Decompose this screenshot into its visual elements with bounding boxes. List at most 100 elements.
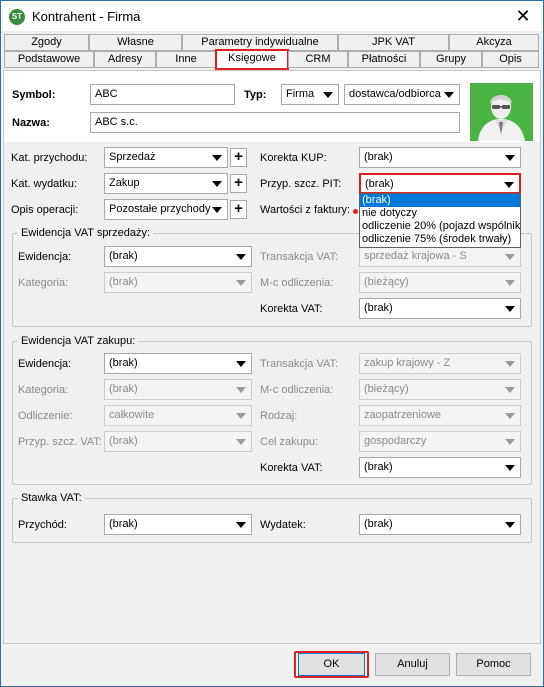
sprzedaz-mc-label: M-c odliczenia:: [260, 277, 334, 289]
chevron-down-icon: [505, 439, 515, 445]
korekta-kup-select[interactable]: (brak): [359, 147, 521, 168]
chevron-down-icon: [505, 155, 515, 161]
tab-wlasne[interactable]: Własne: [89, 34, 182, 51]
add-opis-operacji-button[interactable]: +: [230, 200, 247, 219]
dialog-window: ST Kontrahent - Firma ✕ Zgody Własne Par…: [0, 0, 544, 687]
chevron-down-icon: [212, 155, 222, 161]
opis-operacji-value: Pozostałe przychody: [109, 203, 211, 215]
zakup-mc-value: (bieżący): [364, 383, 409, 395]
tab-ksiegowe[interactable]: Księgowe: [215, 49, 289, 70]
pomoc-button[interactable]: Pomoc: [456, 653, 531, 676]
sprzedaz-transakcja-select[interactable]: sprzedaż krajowa - S: [359, 246, 521, 267]
zakup-transakcja-label: Transakcja VAT:: [260, 358, 339, 370]
zakup-kategoria-label: Kategoria:: [18, 384, 69, 396]
chevron-down-icon: [505, 280, 515, 286]
sprzedaz-transakcja-value: sprzedaż krajowa - S: [364, 250, 467, 262]
tab-platnosci[interactable]: Płatności: [348, 51, 420, 68]
korekta-kup-value: (brak): [364, 151, 393, 163]
zakup-przyp-value: (brak): [109, 435, 138, 447]
sprzedaz-mc-select[interactable]: (bieżący): [359, 272, 521, 293]
kat-wydatku-label: Kat. wydatku:: [11, 178, 78, 190]
ok-button[interactable]: OK: [298, 653, 365, 676]
zakup-przyp-select[interactable]: (brak): [104, 431, 252, 452]
dropdown-option[interactable]: (brak): [360, 194, 520, 207]
role-value: dostawca/odbiorca: [349, 88, 441, 100]
dropdown-option[interactable]: odliczenie 75% (środek trwały): [360, 233, 520, 246]
tab-grupy[interactable]: Grupy: [420, 51, 482, 68]
zakup-cel-label: Cel zakupu:: [260, 436, 319, 448]
sprzedaz-kategoria-label: Kategoria:: [18, 277, 69, 289]
typ-value: Firma: [286, 88, 315, 100]
stawka-przychod-label: Przychód:: [18, 519, 67, 531]
zakup-rodzaj-select[interactable]: zaopatrzeniowe: [359, 405, 521, 426]
zakup-transakcja-value: zakup krajowy - Z: [364, 357, 451, 369]
chevron-down-icon: [212, 207, 222, 213]
nazwa-label: Nazwa:: [12, 117, 50, 129]
stawka-przychod-value: (brak): [109, 518, 138, 530]
dropdown-option[interactable]: nie dotyczy: [360, 207, 520, 220]
close-icon[interactable]: ✕: [503, 1, 543, 31]
opis-operacji-select[interactable]: Pozostałe przychody: [104, 199, 228, 220]
przyp-pit-label: Przyp. szcz. PIT:: [260, 178, 342, 190]
tab-podstawowe[interactable]: Podstawowe: [4, 51, 94, 68]
nazwa-field[interactable]: ABC s.c.: [90, 112, 460, 133]
sprzedaz-kategoria-value: (brak): [109, 276, 138, 288]
symbol-label: Symbol:: [12, 89, 56, 101]
group-stawka-vat-title: Stawka VAT:: [18, 492, 85, 504]
role-select[interactable]: dostawca/odbiorca: [344, 84, 460, 105]
add-kat-wydatku-button[interactable]: +: [230, 174, 247, 193]
opis-operacji-label: Opis operacji:: [11, 204, 79, 216]
stawka-wydatek-select[interactable]: (brak): [359, 514, 521, 535]
group-vat-zakupu-title: Ewidencja VAT zakupu:: [18, 335, 139, 347]
tab-jpk-vat[interactable]: JPK VAT: [338, 34, 449, 51]
sprzedaz-korekta-label: Korekta VAT:: [260, 303, 323, 315]
tab-adresy[interactable]: Adresy: [94, 51, 156, 68]
zakup-transakcja-select[interactable]: zakup krajowy - Z: [359, 353, 521, 374]
sprzedaz-korekta-select[interactable]: (brak): [359, 298, 521, 319]
stawka-wydatek-label: Wydatek:: [260, 519, 306, 531]
tab-akcyza[interactable]: Akcyza: [449, 34, 539, 51]
chevron-down-icon: [323, 92, 333, 98]
zakup-korekta-select[interactable]: (brak): [359, 457, 521, 478]
anuluj-button[interactable]: Anuluj: [375, 653, 450, 676]
tab-zgody[interactable]: Zgody: [4, 34, 89, 51]
sprzedaz-transakcja-label: Transakcja VAT:: [260, 251, 339, 263]
add-kat-przychodu-button[interactable]: +: [230, 148, 247, 167]
stawka-przychod-select[interactable]: (brak): [104, 514, 252, 535]
tab-crm[interactable]: CRM: [288, 51, 348, 68]
chevron-down-icon: [505, 387, 515, 393]
wartosci-label: Wartości z faktury:: [260, 204, 351, 216]
tab-opis[interactable]: Opis: [482, 51, 539, 68]
zakup-korekta-value: (brak): [364, 461, 393, 473]
tab-inne[interactable]: Inne: [156, 51, 216, 68]
zakup-mc-select[interactable]: (bieżący): [359, 379, 521, 400]
kat-przychodu-select[interactable]: Sprzedaż: [104, 147, 228, 168]
zakup-przyp-label: Przyp. szcz. VAT:: [18, 436, 102, 448]
sprzedaz-ewidencja-select[interactable]: (brak): [104, 246, 252, 267]
typ-label: Typ:: [244, 89, 267, 101]
red-marker: [353, 209, 358, 214]
zakup-ewidencja-select[interactable]: (brak): [104, 353, 252, 374]
chevron-down-icon: [505, 413, 515, 419]
zakup-odliczenie-select[interactable]: całkowite: [104, 405, 252, 426]
symbol-field[interactable]: ABC: [90, 84, 235, 105]
tab-parametry[interactable]: Parametry indywidualne: [182, 34, 338, 51]
chevron-down-icon: [236, 387, 246, 393]
sprzedaz-mc-value: (bieżący): [364, 276, 409, 288]
chevron-down-icon: [236, 254, 246, 260]
zakup-cel-select[interactable]: gospodarczy: [359, 431, 521, 452]
chevron-down-icon: [212, 181, 222, 187]
app-icon: ST: [9, 9, 25, 25]
typ-select[interactable]: Firma: [281, 84, 339, 105]
zakup-kategoria-select[interactable]: (brak): [104, 379, 252, 400]
avatar[interactable]: [470, 83, 533, 141]
chevron-down-icon: [236, 522, 246, 528]
przyp-pit-select[interactable]: (brak): [359, 173, 521, 194]
chevron-down-icon: [504, 182, 514, 188]
chevron-down-icon: [444, 92, 454, 98]
kat-wydatku-select[interactable]: Zakup: [104, 173, 228, 194]
dropdown-option[interactable]: odliczenie 20% (pojazd wspólnika: [360, 220, 520, 233]
zakup-rodzaj-label: Rodzaj:: [260, 410, 298, 422]
sprzedaz-kategoria-select[interactable]: (brak): [104, 272, 252, 293]
zakup-cel-value: gospodarczy: [364, 435, 427, 447]
